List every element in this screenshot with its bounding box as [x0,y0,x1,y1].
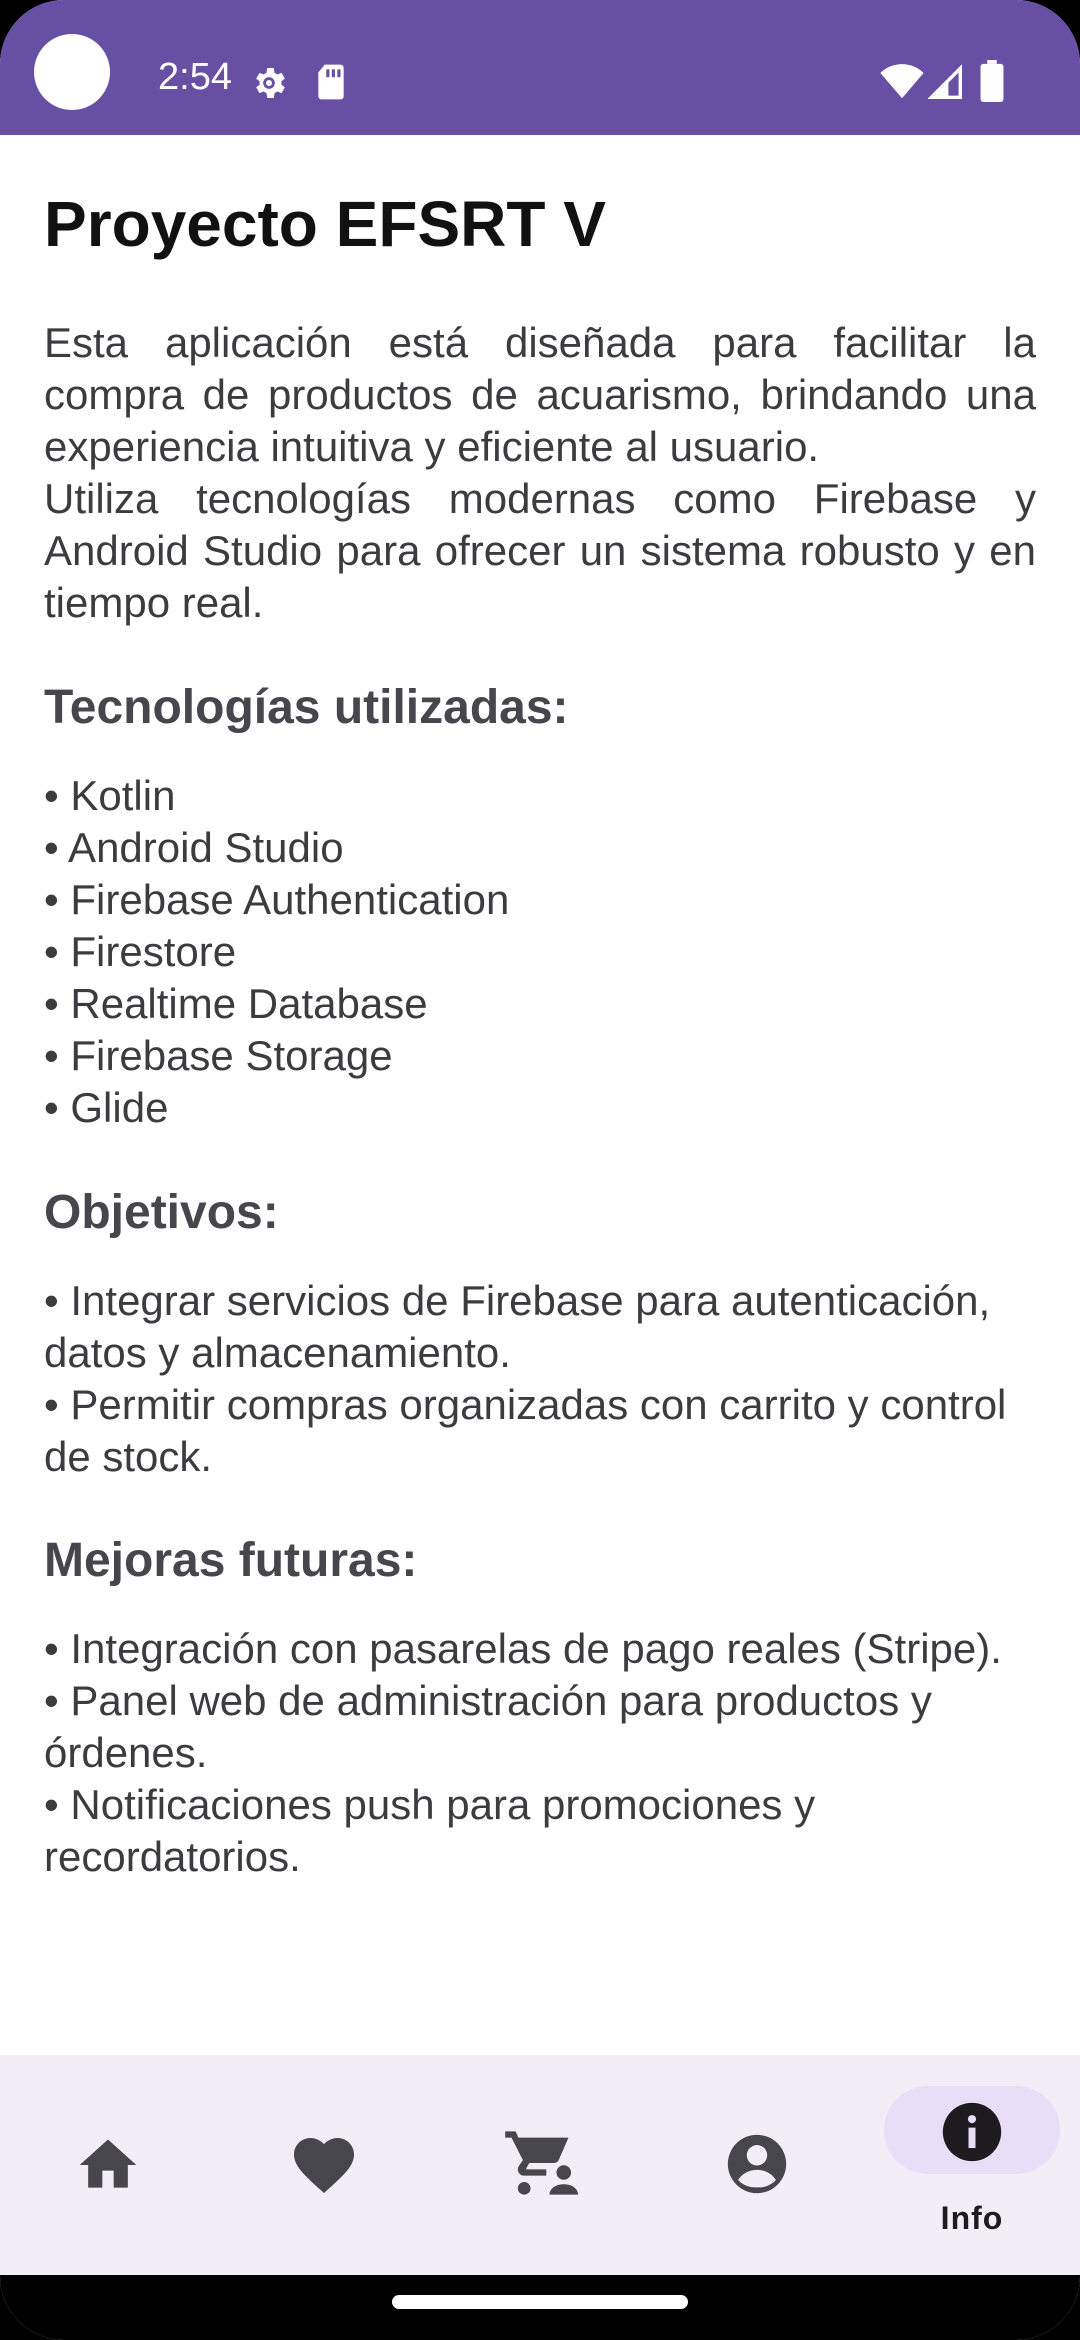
gear-icon [256,68,285,98]
signal-icon [928,64,962,99]
bottom-navigation: Info [0,2055,1080,2275]
list-item: • Panel web de administración para produ… [44,1677,932,1776]
list-item: • Integrar servicios de Firebase para au… [44,1277,991,1376]
wifi-icon [880,64,924,99]
future-list: • Integración con pasarelas de pago real… [44,1623,1024,1883]
status-time: 2:54 [158,56,232,98]
home-icon [79,2139,137,2188]
intro-paragraph: Esta aplicación está diseñada para facil… [44,319,1036,470]
camera-cutout [34,34,110,110]
nav-item-favorites[interactable] [216,2055,432,2275]
heart-icon [294,2138,354,2194]
technologies-list: • Kotlin • Android Studio • Firebase Aut… [44,770,1044,1134]
list-item: • Glide [44,1084,169,1131]
list-item: • Firebase Authentication [44,876,510,923]
home-gesture-handle[interactable] [392,2295,688,2309]
future-heading: Mejoras futuras: [44,1534,418,1587]
cart-icon [505,2131,578,2195]
nav-label-info: Info [940,2200,1004,2236]
list-item: • Android Studio [44,824,344,871]
intro-text: Esta aplicación está diseñada para facil… [44,317,1036,629]
list-item: • Integración con pasarelas de pago real… [44,1625,1002,1672]
list-item: • Kotlin [44,772,176,819]
intro-paragraph: Utiliza tecnologías modernas como Fireba… [44,475,1036,626]
info-icon [942,2102,1002,2162]
nav-item-info[interactable]: Info [864,2055,1080,2275]
battery-icon [980,60,1004,102]
gesture-navigation-bar [0,2275,1080,2340]
list-item: • Firestore [44,928,237,975]
objectives-heading: Objetivos: [44,1186,279,1239]
list-item: • Permitir compras organizadas con carri… [44,1381,1007,1480]
nav-item-account[interactable] [648,2055,864,2275]
list-item: • Notificaciones push para promociones y… [44,1781,816,1880]
nav-item-cart[interactable] [432,2055,648,2275]
account-icon [727,2134,787,2194]
status-bar: 2:54 [0,0,1080,135]
list-item: • Realtime Database [44,980,428,1027]
list-item: • Firebase Storage [44,1032,393,1079]
page-title: Proyecto EFSRT V [44,188,606,260]
sd-card-icon [318,64,344,100]
technologies-heading: Tecnologías utilizadas: [44,681,569,734]
app-screen: 2:54 Proyecto EFSRT V Esta aplicación es… [0,0,1080,2340]
nav-item-home[interactable] [0,2055,216,2275]
objectives-list: • Integrar servicios de Firebase para au… [44,1275,1044,1483]
